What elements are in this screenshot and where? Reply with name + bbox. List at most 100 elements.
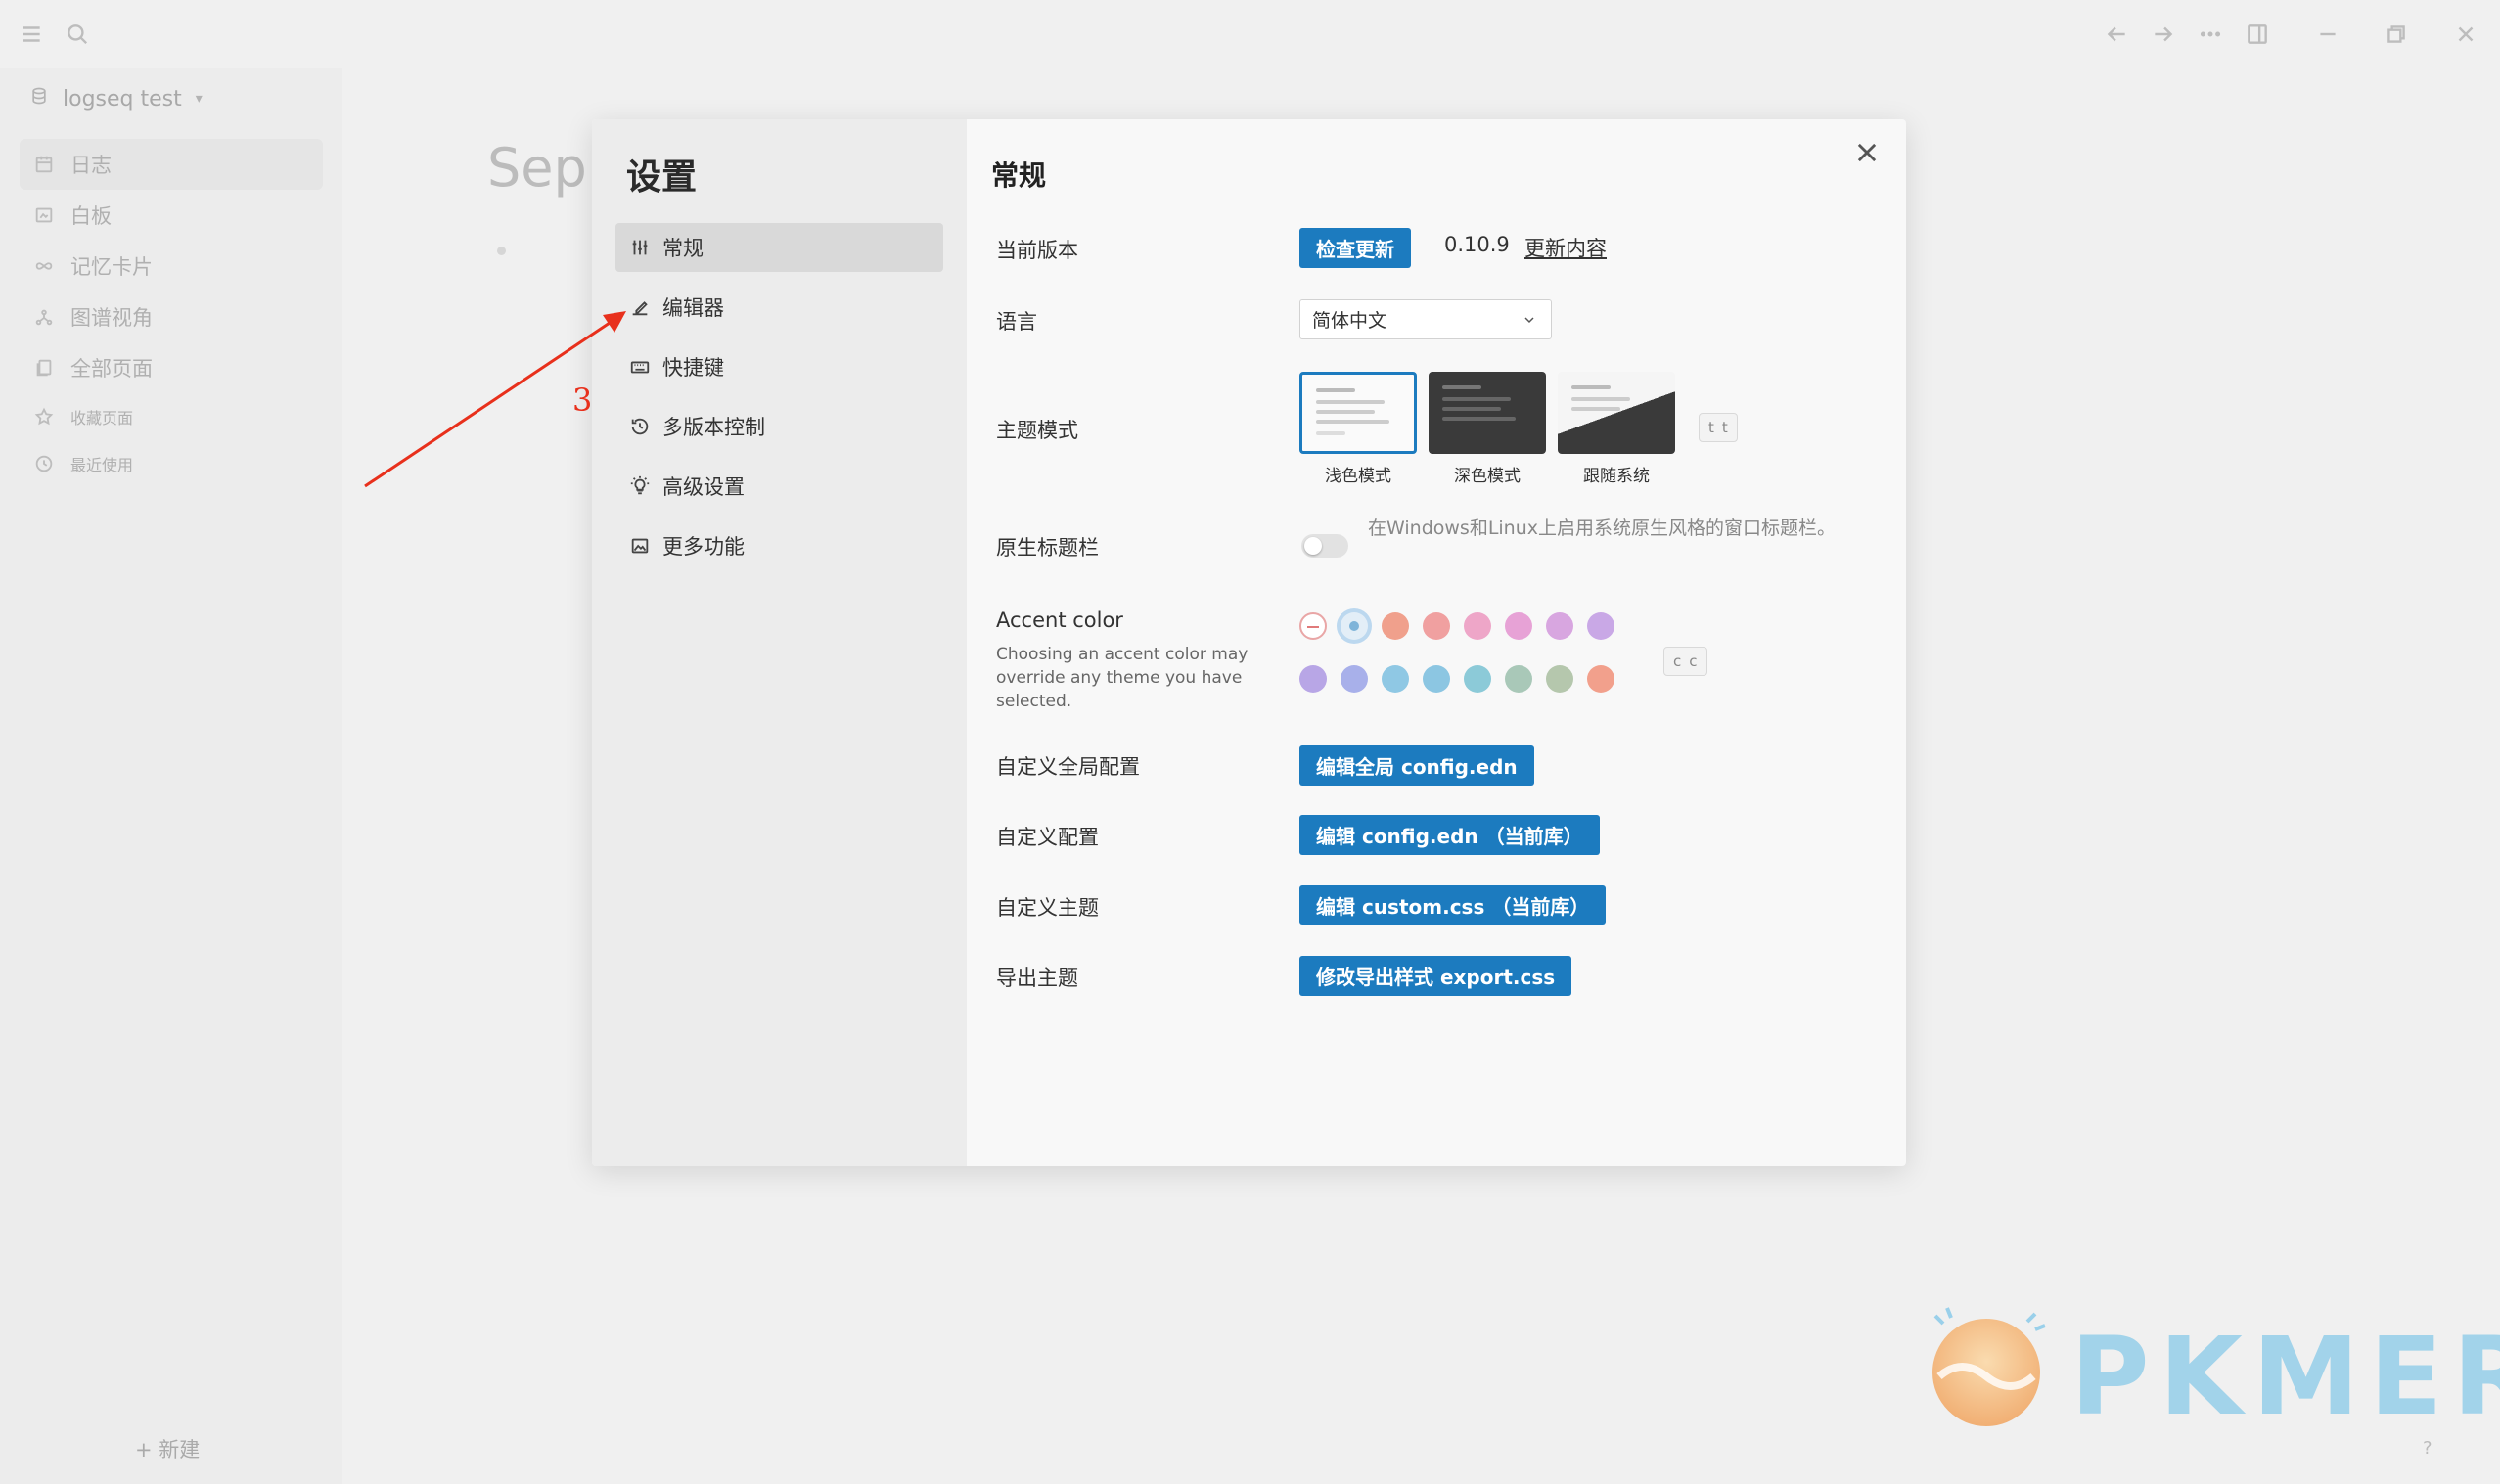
edit-config-button[interactable]: 编辑 config.edn （当前库） — [1299, 815, 1600, 855]
check-update-button[interactable]: 检查更新 — [1299, 228, 1411, 268]
edit-custom-css-button[interactable]: 编辑 custom.css （当前库） — [1299, 885, 1607, 925]
sidebar-item-flashcards[interactable]: 记忆卡片 — [20, 241, 323, 292]
pkmer-watermark: PKMER — [1918, 1296, 2500, 1443]
sidebar-item-favorites[interactable]: 收藏页面 — [20, 393, 323, 440]
accent-color-swatch[interactable] — [1587, 665, 1614, 693]
accent-color-swatch[interactable] — [1505, 665, 1532, 693]
accent-color-swatch[interactable] — [1587, 612, 1614, 640]
settings-tab-label: 快捷键 — [662, 356, 724, 380]
section-title: 常规 — [991, 159, 1047, 192]
export-theme-label: 导出主题 — [996, 967, 1078, 990]
language-select[interactable]: 简体中文 — [1299, 299, 1552, 339]
sidebar-item-label: 收藏页面 — [70, 409, 134, 427]
changelog-link[interactable]: 更新内容 — [1524, 233, 1607, 262]
shortcut-key: t — [1721, 419, 1728, 436]
window-close-icon[interactable] — [2449, 18, 2482, 51]
accent-color-swatch[interactable] — [1464, 665, 1491, 693]
edit-global-config-button[interactable]: 编辑全局 config.edn — [1299, 745, 1534, 786]
accent-color-swatch[interactable] — [1546, 665, 1573, 693]
settings-tab-label: 高级设置 — [662, 475, 745, 499]
native-titlebar-label: 原生标题栏 — [996, 536, 1099, 560]
theme-shortcut-hint: t t — [1699, 413, 1738, 442]
accent-color-swatch[interactable] — [1546, 612, 1573, 640]
sidebar-item-label: 最近使用 — [70, 456, 134, 474]
settings-tab-features[interactable]: 更多功能 — [615, 521, 943, 570]
settings-tab-editor[interactable]: 编辑器 — [615, 283, 943, 332]
star-icon — [34, 407, 54, 426]
shortcut-key: c — [1689, 652, 1698, 670]
theme-dark-option[interactable] — [1429, 372, 1546, 454]
calendar-icon — [35, 156, 53, 173]
forward-arrow-icon[interactable] — [2147, 18, 2180, 51]
settings-tab-label: 常规 — [662, 237, 704, 260]
whiteboard-icon — [35, 207, 53, 223]
graph-selector[interactable]: logseq test ▾ — [29, 86, 203, 112]
editor-icon — [632, 301, 648, 316]
global-config-label: 自定义全局配置 — [996, 755, 1140, 779]
sidebar-item-all-pages[interactable]: 全部页面 — [20, 342, 323, 393]
search-icon[interactable] — [61, 18, 94, 51]
sidebar-item-label: 记忆卡片 — [70, 255, 153, 279]
settings-tab-general[interactable]: 常规 — [615, 223, 943, 272]
language-label: 语言 — [996, 310, 1037, 334]
settings-tab-version-control[interactable]: 多版本控制 — [615, 402, 943, 451]
settings-tab-advanced[interactable]: 高级设置 — [615, 462, 943, 511]
theme-system-label: 跟随系统 — [1583, 467, 1650, 486]
minimize-icon[interactable] — [2311, 18, 2344, 51]
block-bullet — [497, 247, 506, 255]
custom-theme-label: 自定义主题 — [996, 896, 1099, 920]
settings-tab-label: 编辑器 — [662, 296, 724, 320]
back-arrow-icon[interactable] — [2100, 18, 2133, 51]
theme-light-option[interactable] — [1299, 372, 1417, 454]
menu-icon[interactable] — [15, 18, 48, 51]
sidebar-toggle-icon[interactable] — [2241, 18, 2274, 51]
image-icon — [631, 538, 649, 554]
sidebar-item-graph-view[interactable]: 图谱视角 — [20, 292, 323, 342]
accent-color-swatch[interactable] — [1464, 612, 1491, 640]
restore-icon[interactable] — [2380, 18, 2413, 51]
new-page-button[interactable]: + 新建 — [135, 1434, 200, 1463]
sidebar-item-label: 白板 — [70, 204, 112, 228]
accent-none-swatch[interactable] — [1299, 612, 1327, 640]
left-sidebar: logseq test ▾ 日志 白板 记忆卡片 图谱视角 全部页面 收藏页面 — [0, 68, 342, 1484]
graph-icon — [35, 309, 53, 326]
settings-tab-label: 更多功能 — [662, 535, 745, 559]
sidebar-item-label: 全部页面 — [70, 357, 153, 381]
accent-color-swatch[interactable] — [1423, 665, 1450, 693]
accent-color-description: Choosing an accent color may override an… — [996, 645, 1249, 711]
toggle-knob — [1304, 537, 1322, 555]
annotation-number: 3 — [572, 382, 593, 419]
theme-label: 主题模式 — [996, 419, 1078, 442]
native-titlebar-toggle[interactable] — [1301, 534, 1348, 558]
database-icon — [29, 86, 49, 112]
settings-sidebar: 设置 常规 编辑器 快捷键 多版本控制 高级设置 更多功能 — [592, 119, 967, 1166]
theme-light-label: 浅色模式 — [1325, 467, 1391, 486]
accent-color-label: Accent color — [996, 608, 1123, 632]
help-button[interactable]: ? — [2423, 1438, 2432, 1459]
accent-color-swatch[interactable] — [1299, 665, 1327, 693]
language-value: 简体中文 — [1312, 310, 1387, 332]
accent-color-swatch[interactable] — [1423, 612, 1450, 640]
accent-color-swatch[interactable] — [1505, 612, 1532, 640]
settings-nav: 常规 编辑器 快捷键 多版本控制 高级设置 更多功能 — [615, 223, 943, 581]
keyboard-icon — [630, 361, 650, 374]
sidebar-item-journals[interactable]: 日志 — [20, 139, 323, 190]
sidebar-item-recent[interactable]: 最近使用 — [20, 440, 323, 487]
settings-tab-shortcuts[interactable]: 快捷键 — [615, 342, 943, 391]
edit-export-css-button[interactable]: 修改导出样式 export.css — [1299, 956, 1572, 996]
version-value: 0.10.9 — [1444, 233, 1510, 256]
page-title: Sep — [487, 137, 587, 199]
settings-content: 常规 当前版本 检查更新 0.10.9 更新内容 语言 简体中文 主题模式 浅色… — [967, 119, 1906, 1166]
infinity-icon — [35, 262, 53, 270]
settings-title: 设置 — [626, 157, 698, 198]
accent-color-swatch[interactable] — [1382, 665, 1409, 693]
sidebar-item-whiteboards[interactable]: 白板 — [20, 190, 323, 241]
accent-shortcut-hint: c c — [1663, 647, 1707, 676]
theme-system-option[interactable] — [1558, 372, 1675, 454]
more-icon[interactable] — [2194, 18, 2227, 51]
accent-color-swatch[interactable] — [1341, 665, 1368, 693]
accent-color-swatch[interactable] — [1382, 612, 1409, 640]
graph-name: logseq test — [63, 86, 182, 112]
accent-selected-swatch[interactable] — [1341, 612, 1368, 640]
pkmer-logo-icon — [1932, 1307, 2046, 1426]
